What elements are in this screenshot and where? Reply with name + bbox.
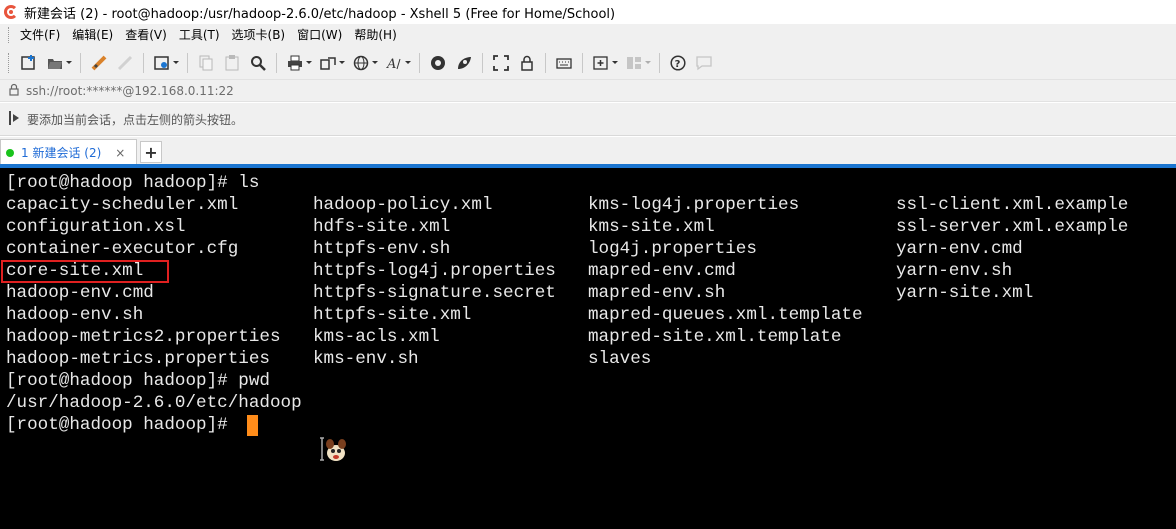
- ls-file-entry: kms-acls.xml: [313, 327, 440, 347]
- ls-file-entry: mapred-env.cmd: [588, 261, 736, 281]
- ls-file-entry: hadoop-env.cmd: [6, 283, 154, 303]
- ls-file-entry: slaves: [588, 349, 652, 369]
- lock-icon: [8, 83, 20, 99]
- ls-file-entry: hadoop-metrics2.properties: [6, 327, 281, 347]
- lock-icon[interactable]: [518, 54, 536, 72]
- terminal-line: /usr/hadoop-2.6.0/etc/hadoop: [6, 393, 302, 413]
- transfer-dropdown[interactable]: [339, 54, 345, 72]
- mouse-pointer-mascot-icon: [318, 436, 350, 466]
- disconnect-icon[interactable]: [90, 54, 108, 72]
- svg-text:?: ?: [675, 59, 681, 70]
- ls-file-entry: capacity-scheduler.xml: [6, 195, 239, 215]
- reconnect-icon[interactable]: [116, 54, 134, 72]
- add-tab-button[interactable]: +: [140, 141, 162, 163]
- tip-bar: 要添加当前会话，点击左侧的箭头按钮。: [0, 103, 1176, 136]
- ls-file-entry: yarn-site.xml: [896, 283, 1034, 303]
- menu-grip: [8, 27, 11, 43]
- ls-file-entry: kms-log4j.properties: [588, 195, 800, 215]
- ls-file-entry: hadoop-metrics.properties: [6, 349, 270, 369]
- font-dropdown[interactable]: [405, 54, 411, 72]
- globe-dropdown[interactable]: [372, 54, 378, 72]
- properties-dropdown[interactable]: [173, 54, 179, 72]
- ls-file-entry: mapred-queues.xml.template: [588, 305, 863, 325]
- tip-text: 要添加当前会话，点击左侧的箭头按钮。: [27, 112, 244, 127]
- xftp-icon[interactable]: [429, 54, 447, 72]
- window-title: 新建会话 (2) - root@hadoop:/usr/hadoop-2.6.0…: [24, 6, 616, 22]
- new-session-icon[interactable]: [20, 54, 38, 72]
- close-icon[interactable]: ×: [115, 146, 125, 160]
- ls-file-entry: hadoop-policy.xml: [313, 195, 493, 215]
- menu-edit[interactable]: 编辑(E): [66, 25, 119, 45]
- ls-file-entry: httpfs-signature.secret: [313, 283, 556, 303]
- layout-icon[interactable]: [625, 54, 643, 72]
- globe-icon[interactable]: [352, 54, 370, 72]
- menu-help[interactable]: 帮助(H): [348, 25, 402, 45]
- copy-icon[interactable]: [197, 54, 215, 72]
- open-folder-icon[interactable]: [46, 54, 64, 72]
- menu-tabs[interactable]: 选项卡(B): [226, 25, 292, 45]
- ls-file-entry: httpfs-env.sh: [313, 239, 451, 259]
- paste-icon[interactable]: [223, 54, 241, 72]
- title-bar: 新建会话 (2) - root@hadoop:/usr/hadoop-2.6.0…: [0, 0, 1176, 24]
- add-session-arrow-icon[interactable]: [8, 110, 22, 129]
- tab-label: 1 新建会话 (2): [21, 146, 102, 160]
- ls-file-entry: yarn-env.sh: [896, 261, 1013, 281]
- print-dropdown[interactable]: [306, 54, 312, 72]
- ls-file-entry: ssl-client.xml.example: [896, 195, 1129, 215]
- tab-bar: 1 新建会话 (2) × +: [0, 137, 1176, 165]
- ls-file-entry: mapred-site.xml.template: [588, 327, 842, 347]
- ls-file-entry: yarn-env.cmd: [896, 239, 1023, 259]
- toolbar-grip: [8, 52, 11, 73]
- terminal-line: [root@hadoop hadoop]# pwd: [6, 371, 270, 391]
- ls-file-entry: httpfs-site.xml: [313, 305, 472, 325]
- ls-file-entry: container-executor.cfg: [6, 239, 239, 259]
- ls-file-entry: ssl-server.xml.example: [896, 217, 1129, 237]
- ls-file-entry: hdfs-site.xml: [313, 217, 451, 237]
- menu-tools[interactable]: 工具(T): [173, 25, 226, 45]
- toolbar: A ?: [0, 46, 1176, 80]
- menu-file[interactable]: 文件(F): [14, 25, 66, 45]
- terminal[interactable]: [root@hadoop hadoop]# ls capacity-schedu…: [0, 168, 1176, 529]
- ls-file-entry: httpfs-log4j.properties: [313, 261, 556, 281]
- find-icon[interactable]: [249, 54, 267, 72]
- ls-file-entry: configuration.xsl: [6, 217, 186, 237]
- open-dropdown[interactable]: [66, 54, 72, 72]
- terminal-line: [root@hadoop hadoop]# ls: [6, 173, 260, 193]
- highlight-box: [1, 260, 169, 283]
- ls-file-entry: kms-env.sh: [313, 349, 419, 369]
- ls-file-entry: log4j.properties: [588, 239, 757, 259]
- ls-file-entry: mapred-env.sh: [588, 283, 726, 303]
- add-tab-dropdown[interactable]: [612, 54, 618, 72]
- ls-file-entry: hadoop-env.sh: [6, 305, 144, 325]
- keyboard-icon[interactable]: [555, 54, 573, 72]
- menu-bar: 文件(F) 编辑(E) 查看(V) 工具(T) 选项卡(B) 窗口(W) 帮助(…: [0, 24, 1176, 46]
- xmanager-icon[interactable]: [455, 54, 473, 72]
- print-icon[interactable]: [286, 54, 304, 72]
- address-text[interactable]: ssh://root:******@192.168.0.11:22: [26, 84, 234, 98]
- xshell-logo-icon: [3, 4, 19, 20]
- address-bar: ssh://root:******@192.168.0.11:22: [0, 80, 1176, 102]
- properties-icon[interactable]: [153, 54, 171, 72]
- menu-window[interactable]: 窗口(W): [291, 25, 348, 45]
- menu-view[interactable]: 查看(V): [119, 25, 173, 45]
- fullscreen-icon[interactable]: [492, 54, 510, 72]
- terminal-prompt: [root@hadoop hadoop]#: [6, 415, 239, 435]
- ls-file-entry: kms-site.xml: [588, 217, 715, 237]
- add-tab-icon[interactable]: [592, 54, 610, 72]
- chat-icon[interactable]: [695, 54, 713, 72]
- tab-session[interactable]: 1 新建会话 (2) ×: [0, 139, 137, 165]
- layout-dropdown[interactable]: [645, 54, 651, 72]
- font-icon[interactable]: A: [385, 54, 403, 72]
- help-icon[interactable]: ?: [669, 54, 687, 72]
- transfer-icon[interactable]: [319, 54, 337, 72]
- svg-text:A: A: [386, 57, 396, 71]
- status-dot-icon: [6, 148, 14, 157]
- terminal-cursor: [247, 415, 258, 436]
